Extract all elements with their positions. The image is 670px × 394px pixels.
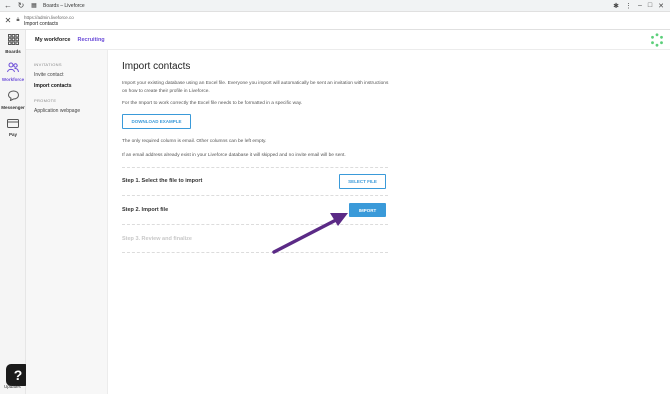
sidebar-item-invite-contact[interactable]: Invite contact — [34, 72, 63, 78]
app-rail: Boards Workforce Messenger Pay — [0, 30, 26, 394]
select-file-button[interactable]: SELECT FILE — [339, 174, 386, 189]
divider — [122, 167, 388, 168]
rail-item-boards[interactable]: Boards — [0, 34, 26, 54]
maximize-icon[interactable]: □ — [648, 2, 652, 9]
rail-label: Workforce — [1, 77, 25, 82]
intro-text: Import your existing database using an E… — [122, 81, 389, 94]
sidebar-item-import-contacts[interactable]: Import contacts — [34, 83, 72, 89]
step1-label: Step 1. Select the file to import — [122, 178, 203, 184]
close-window-icon[interactable]: ✕ — [658, 2, 664, 10]
tab-recruiting[interactable]: Recruiting — [77, 37, 104, 43]
divider — [122, 195, 388, 196]
sidebar-item-application-webpage[interactable]: Application webpage — [34, 108, 80, 114]
rail-item-pay[interactable]: Pay — [0, 118, 26, 137]
updates-label[interactable]: Updates — [4, 384, 21, 389]
rail-item-workforce[interactable]: Workforce — [0, 62, 26, 82]
sidebar-section-invitations: INVITATIONS — [34, 62, 62, 67]
divider — [122, 224, 388, 225]
top-tabs-bar: My workforce Recruiting — [26, 30, 670, 50]
required-column-note: The only required column is email. Other… — [122, 139, 267, 144]
minimize-icon[interactable]: – — [638, 2, 642, 9]
people-icon — [7, 62, 19, 76]
grid-icon — [7, 34, 19, 48]
sidebar-section-promote: PROMOTE — [34, 98, 57, 103]
tab-favicon-icon: ▦ — [31, 3, 37, 9]
rail-label: Boards — [5, 49, 21, 54]
browser-titlebar: ← ↻ ▦ Boards – Liveforce ✱ ⋮ – □ ✕ — [0, 0, 670, 12]
extensions-icon[interactable]: ✱ — [613, 2, 619, 10]
step2-label: Step 2. Import file — [122, 207, 169, 213]
chat-icon — [7, 90, 19, 104]
rail-item-messenger[interactable]: Messenger — [0, 90, 26, 110]
main-content: Import contacts Import your existing dat… — [108, 50, 670, 394]
download-example-button[interactable]: DOWNLOAD EXAMPLE — [122, 114, 191, 129]
tab-my-workforce[interactable]: My workforce — [35, 37, 70, 43]
reload-icon[interactable]: ↻ — [16, 1, 26, 11]
app-logo-icon — [651, 33, 663, 47]
menu-icon[interactable]: ⋮ — [625, 2, 632, 10]
page-title: Import contacts — [122, 61, 191, 72]
back-icon[interactable]: ← — [3, 1, 13, 11]
wallet-icon — [7, 118, 19, 131]
tab-title: Boards – Liveforce — [43, 2, 85, 9]
lock-icon[interactable]: 🔒︎ — [14, 17, 22, 24]
settings-sidebar: INVITATIONS Invite contact Import contac… — [26, 50, 108, 394]
format-note: For the Import to work correctly the Exc… — [122, 101, 303, 106]
address-bar: ✕ 🔒︎ https://admin.liveforce.co Import c… — [0, 12, 670, 30]
page-title-text: Import contacts — [24, 20, 59, 27]
import-button[interactable]: IMPORT — [349, 203, 386, 217]
rail-label: Messenger — [1, 105, 25, 110]
rail-label: Pay — [8, 132, 17, 137]
divider — [122, 252, 388, 253]
close-icon[interactable]: ✕ — [2, 16, 14, 25]
skip-existing-note: If an email address already exist in you… — [122, 153, 346, 158]
step3-label: Step 3. Review and finalize — [122, 236, 192, 242]
